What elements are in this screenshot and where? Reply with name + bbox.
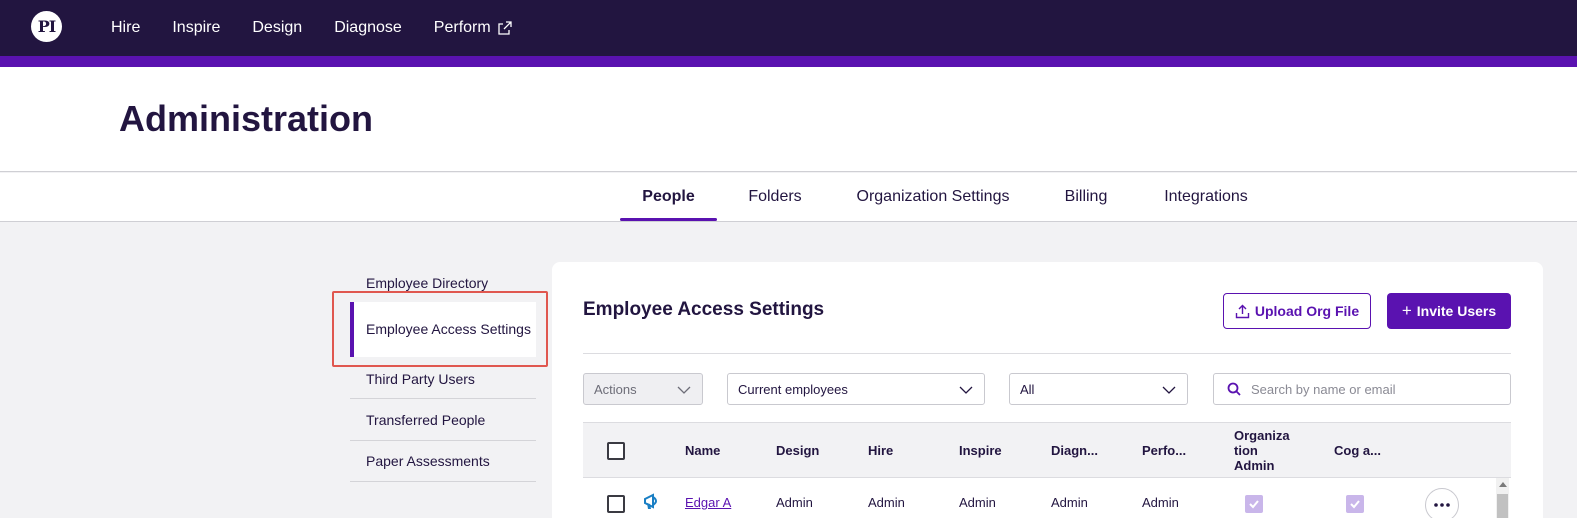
- select-all-checkbox[interactable]: [607, 442, 625, 460]
- table-scrollbar[interactable]: [1496, 478, 1509, 518]
- actions-dropdown[interactable]: Actions: [583, 373, 703, 405]
- table-header: Name Design Hire Inspire Diagn... Perfo.…: [583, 422, 1511, 478]
- scope-dropdown-value: All: [1020, 381, 1035, 397]
- user-name-link[interactable]: Edgar A: [685, 495, 731, 510]
- column-header-organization-admin[interactable]: Organiza tion Admin: [1234, 423, 1290, 477]
- scope-dropdown[interactable]: All: [1009, 373, 1188, 405]
- page-title: Administration: [119, 98, 374, 139]
- search-box[interactable]: [1213, 373, 1511, 405]
- invite-button-label: Invite Users: [1416, 303, 1497, 319]
- cog-access-checkbox: [1346, 495, 1364, 513]
- nav-link-perform[interactable]: Perform: [434, 19, 512, 37]
- column-header-diagnose[interactable]: Diagn...: [1051, 423, 1098, 477]
- external-link-icon: [498, 21, 512, 35]
- tab-people[interactable]: People: [620, 173, 717, 221]
- pi-logo[interactable]: PI: [31, 11, 62, 42]
- table-row: Edgar A Admin Admin Admin Admin Admin: [583, 478, 1495, 518]
- nav-link-perform-label: Perform: [433, 19, 491, 36]
- actions-dropdown-value: Actions: [594, 381, 637, 397]
- employee-status-dropdown[interactable]: Current employees: [727, 373, 985, 405]
- tab-bar: People Folders Organization Settings Bil…: [0, 173, 1577, 222]
- sidebar-item-transferred-people[interactable]: Transferred People: [350, 400, 536, 441]
- row-more-options-button[interactable]: [1425, 488, 1459, 518]
- column-header-name[interactable]: Name: [685, 423, 720, 477]
- nav-link-design[interactable]: Design: [252, 19, 302, 37]
- sidebar-item-employee-access-settings[interactable]: Employee Access Settings: [350, 302, 536, 357]
- design-access-cell: Admin: [776, 495, 813, 510]
- column-header-perform[interactable]: Perfo...: [1142, 423, 1186, 477]
- column-header-cog-access[interactable]: Cog a...: [1334, 423, 1381, 477]
- tab-integrations[interactable]: Integrations: [1155, 173, 1257, 221]
- org-admin-header-line: Organiza: [1234, 427, 1290, 443]
- scroll-up-arrow-icon[interactable]: [1499, 482, 1507, 487]
- megaphone-icon: [644, 493, 657, 509]
- tab-organization-settings[interactable]: Organization Settings: [850, 173, 1016, 221]
- nav-link-inspire[interactable]: Inspire: [172, 19, 220, 37]
- sidebar-item-employee-directory[interactable]: Employee Directory: [350, 269, 536, 296]
- top-navbar: PI Hire Inspire Design Diagnose Perform: [0, 0, 1577, 56]
- main-nav-links: Hire Inspire Design Diagnose Perform: [111, 0, 544, 56]
- row-checkbox[interactable]: [607, 495, 625, 513]
- inspire-access-cell: Admin: [959, 495, 996, 510]
- column-header-hire[interactable]: Hire: [868, 423, 893, 477]
- section-title: Employee Access Settings: [583, 299, 825, 320]
- chevron-down-icon: [1162, 386, 1176, 394]
- upload-button-label: Upload Org File: [1254, 303, 1360, 319]
- more-horizontal-icon: [1434, 503, 1450, 507]
- upload-org-file-button[interactable]: Upload Org File: [1223, 293, 1371, 329]
- card-divider: [583, 353, 1511, 354]
- plus-icon: +: [1401, 301, 1412, 320]
- column-header-inspire[interactable]: Inspire: [959, 423, 1002, 477]
- nav-link-hire[interactable]: Hire: [111, 19, 140, 37]
- hire-access-cell: Admin: [868, 495, 905, 510]
- org-admin-header-line: tion: [1234, 442, 1258, 458]
- checkmark-icon: [1249, 500, 1259, 509]
- chevron-down-icon: [959, 386, 973, 394]
- page-header: Administration: [0, 67, 1577, 172]
- perform-access-cell: Admin: [1142, 495, 1179, 510]
- tab-folders[interactable]: Folders: [740, 173, 810, 221]
- search-icon: [1227, 382, 1241, 396]
- nav-accent-bar: [0, 56, 1577, 67]
- invite-users-button[interactable]: + Invite Users: [1387, 293, 1511, 329]
- sidebar-item-third-party-users[interactable]: Third Party Users: [350, 359, 536, 399]
- diagnose-access-cell: Admin: [1051, 495, 1088, 510]
- search-input[interactable]: [1251, 381, 1491, 397]
- tab-billing[interactable]: Billing: [1055, 173, 1117, 221]
- checkmark-icon: [1350, 500, 1360, 509]
- employee-status-value: Current employees: [738, 381, 848, 397]
- org-admin-header-line: Admin: [1234, 457, 1275, 473]
- main-card: Employee Access Settings Upload Org File…: [552, 262, 1543, 518]
- sidebar-item-paper-assessments[interactable]: Paper Assessments: [350, 441, 536, 482]
- chevron-down-icon: [677, 386, 691, 394]
- org-admin-checkbox: [1245, 495, 1263, 513]
- nav-link-diagnose[interactable]: Diagnose: [334, 19, 402, 37]
- upload-icon: [1235, 304, 1250, 318]
- column-header-design[interactable]: Design: [776, 423, 819, 477]
- scroll-thumb[interactable]: [1497, 494, 1508, 518]
